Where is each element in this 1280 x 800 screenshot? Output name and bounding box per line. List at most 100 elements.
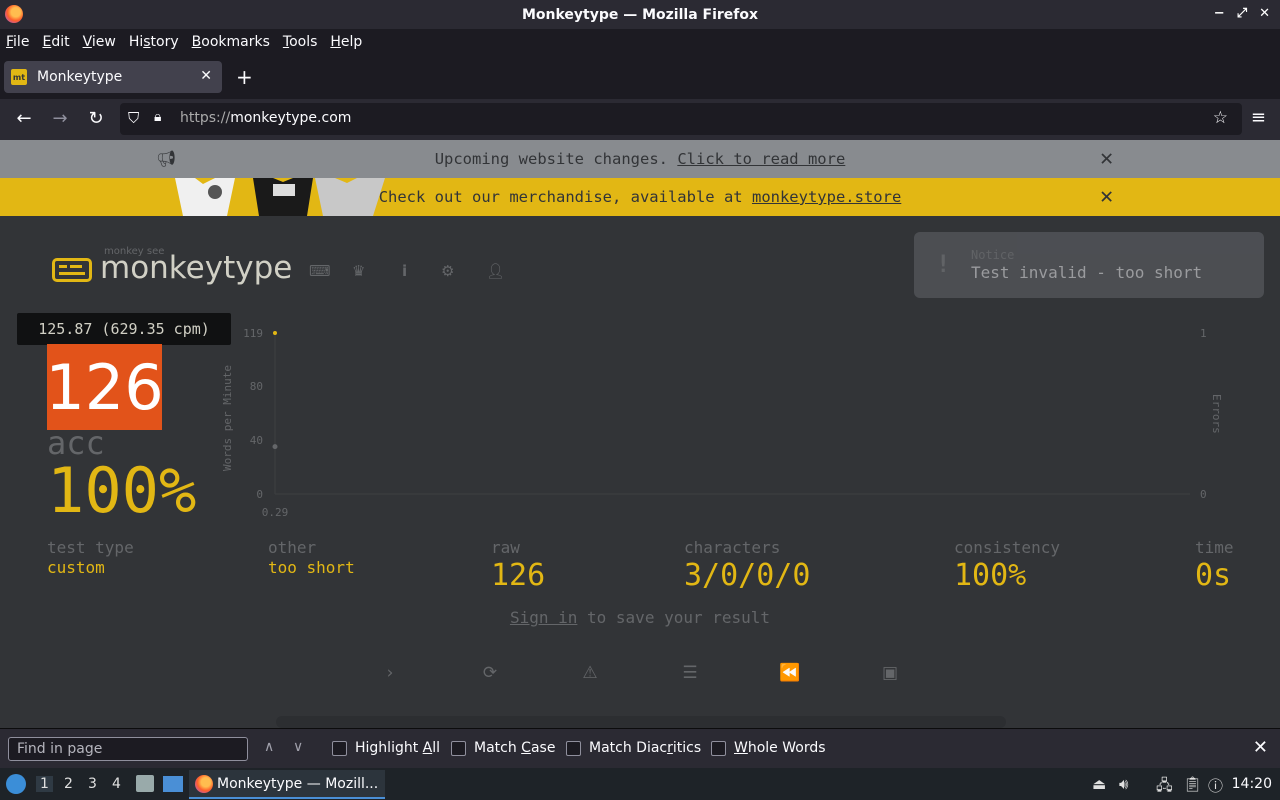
merch-text: Check out our merchandise, available at [378,188,743,206]
monkeytype-favicon-icon: mt [11,69,27,85]
notice-toast[interactable]: ! Notice Test invalid - too short [914,232,1264,298]
time-value[interactable]: 0s [1195,558,1231,593]
close-merch-banner-icon[interactable]: ✕ [1100,184,1113,209]
wpm-chart[interactable]: Words per Minute Errors 119 80 40 0 1 0 0.29 [215,316,1225,526]
close-window-button[interactable]: ✕ [1259,6,1270,21]
tray-updates-icon[interactable]: ⏏ [1092,775,1106,793]
reload-button[interactable]: ↻ [85,108,107,129]
close-banner-icon[interactable]: ✕ [1100,146,1113,171]
user-icon[interactable]: 👤︎ [486,262,505,280]
keyboard-icon[interactable]: ⌨ [309,262,331,280]
logo-text[interactable]: monkeytype [100,250,292,286]
tab-bar: mt Monkeytype ✕ + [0,55,1280,99]
consistency-label: consistency [954,538,1060,557]
banner-text: Upcoming website changes. [434,150,668,168]
url-text[interactable]: https://monkeytype.com [180,110,351,126]
maximize-button[interactable]: ⤢ [1237,6,1247,21]
find-previous-button[interactable]: ∧ [264,739,274,755]
info-icon[interactable]: i [402,262,407,280]
test-type-value[interactable]: custom [47,558,105,577]
acc-value[interactable]: 100% [47,454,196,527]
find-next-button[interactable]: ∨ [293,739,303,755]
navigation-toolbar: ← → ↻ ⛉ 🔒︎ https://monkeytype.com ☆ ≡ [0,99,1280,140]
taskbar: 1 2 3 4 Monkeytype — Mozill... ⏏ 🔊︎ 🖧 📋︎… [0,768,1280,800]
signin-link[interactable]: Sign in [510,608,577,627]
menu-help[interactable]: Help [330,34,362,50]
wpm-tooltip: 125.87 (629.35 cpm) [17,313,231,351]
restart-test-icon[interactable]: ⟳ [478,663,502,683]
chart-ylabel: Words per Minute [221,365,234,471]
menu-bookmarks[interactable]: Bookmarks [192,34,270,50]
menu-file[interactable]: File [6,34,29,50]
window-title: Monkeytype — Mozilla Firefox [521,6,759,23]
window-titlebar: Monkeytype — Mozilla Firefox − ⤢ ✕ [0,0,1280,29]
workspace-2[interactable]: 2 [64,776,73,792]
website-changes-banner: 📢︎ Upcoming website changes. Click to re… [0,140,1280,178]
consistency-value[interactable]: 100% [954,558,1026,593]
url-bar[interactable]: ⛉ 🔒︎ https://monkeytype.com ☆ [120,103,1242,135]
bookmark-star-icon[interactable]: ☆ [1213,108,1228,128]
watch-replay-icon[interactable]: ⏪ [778,663,802,683]
crown-icon[interactable]: ♛ [352,262,365,280]
notice-title: Notice [971,248,1015,262]
chart-ytick-0: 119 [243,327,263,340]
gear-icon[interactable]: ⚙ [441,262,454,280]
store-link[interactable]: monkeytype.store [752,188,901,206]
menu-history[interactable]: History [129,34,179,50]
monkeytype-logo-icon[interactable] [52,258,92,282]
workspace-3[interactable]: 3 [88,776,97,792]
clipboard-icon[interactable]: 📋︎ [1183,775,1202,793]
monkeytype-page: monkey see monkeytype ⌨ ♛ i ⚙ 👤︎ ! Notic… [0,216,1280,728]
notice-icon: ! [936,250,951,278]
match-diacritics-checkbox[interactable]: Match Diacritics [566,740,701,756]
minimize-button[interactable]: − [1214,6,1225,21]
characters-label: characters [684,538,781,557]
raw-label: raw [491,538,520,557]
characters-value[interactable]: 3/0/0/0 [684,558,810,593]
back-button[interactable]: ← [13,108,35,129]
show-desktop-icon[interactable] [163,776,183,792]
close-tab-icon[interactable]: ✕ [200,68,212,84]
next-test-icon[interactable]: › [378,663,402,683]
show-words-history-icon[interactable]: ☰ [678,663,702,683]
find-input[interactable] [8,737,248,761]
new-tab-button[interactable]: + [236,65,253,89]
workspace-4[interactable]: 4 [112,776,121,792]
notifications-icon[interactable]: ⓘ [1208,775,1223,796]
chart-y2tick-0: 1 [1200,327,1207,340]
chart-y2tick-1: 0 [1200,488,1207,501]
menu-view[interactable]: View [83,34,116,50]
time-label: time [1195,538,1234,557]
raw-point-0[interactable] [272,444,278,450]
network-icon[interactable]: 🖧 [1156,775,1173,800]
menu-tools[interactable]: Tools [283,34,318,50]
shield-icon[interactable]: ⛉ [128,109,139,127]
workspace-1[interactable]: 1 [36,776,53,792]
other-value: too short [268,558,355,577]
other-label: other [268,538,317,557]
wpm-point-0[interactable] [273,331,277,335]
tab-monkeytype[interactable]: mt Monkeytype ✕ [4,61,222,93]
megaphone-icon: 📢︎ [156,149,177,168]
file-manager-icon[interactable] [136,775,154,792]
raw-value[interactable]: 126 [491,558,545,593]
whole-words-checkbox[interactable]: Whole Words [711,740,826,756]
menu-edit[interactable]: Edit [42,34,69,50]
save-screenshot-icon[interactable]: ▣ [878,663,902,683]
taskbar-firefox-window[interactable]: Monkeytype — Mozill... [189,770,385,799]
taskbar-task-label: Monkeytype — Mozill... [217,775,379,792]
forward-button[interactable]: → [49,108,71,129]
practice-missed-icon[interactable]: ⚠ [578,663,602,683]
start-menu-icon[interactable] [6,774,26,794]
wpm-value[interactable]: 126 [45,344,164,430]
close-find-bar-icon[interactable]: ✕ [1253,737,1268,758]
match-case-checkbox[interactable]: Match Case [451,740,555,756]
highlight-all-checkbox[interactable]: Highlight All [332,740,440,756]
firefox-icon [5,5,23,23]
chart-ytick-2: 40 [250,434,263,447]
lock-icon[interactable]: 🔒︎ [154,109,161,125]
app-menu-icon[interactable]: ≡ [1251,107,1266,128]
volume-icon[interactable]: 🔊︎ [1119,775,1128,793]
merch-shirts-image [175,178,385,216]
read-more-link[interactable]: Click to read more [677,150,845,168]
